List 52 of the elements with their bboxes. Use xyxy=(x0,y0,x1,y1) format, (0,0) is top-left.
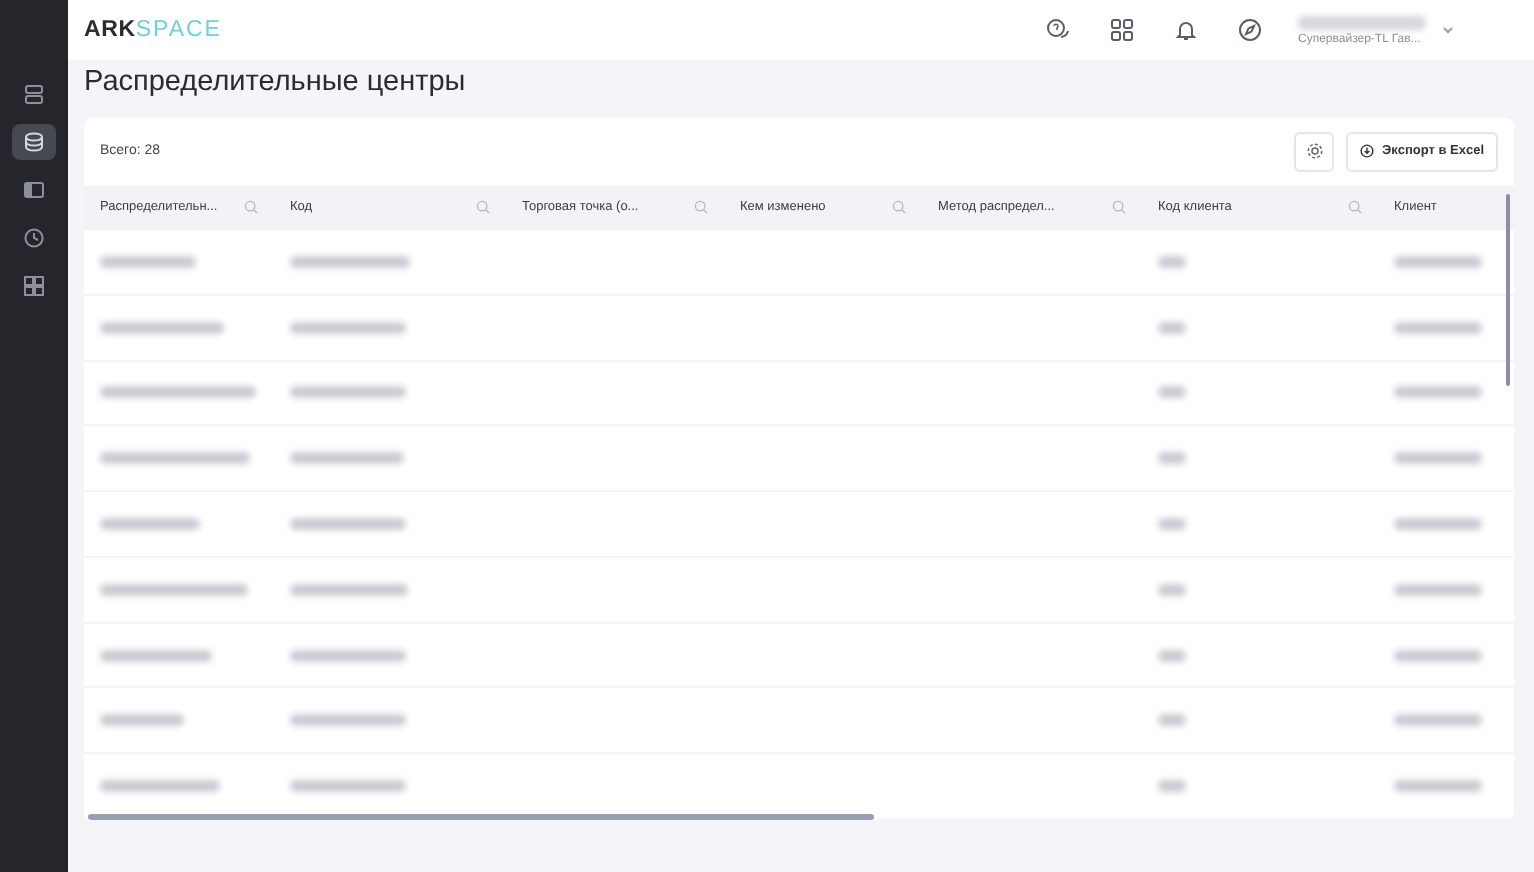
redacted-text xyxy=(1394,386,1482,399)
redacted-text xyxy=(290,714,406,727)
redacted-text xyxy=(100,714,184,727)
redacted-name xyxy=(1298,15,1426,29)
settings-button[interactable] xyxy=(1294,131,1335,172)
redacted-text xyxy=(1394,321,1482,334)
redacted-text xyxy=(1158,452,1186,465)
sidebar-item[interactable] xyxy=(12,124,56,160)
redacted-text xyxy=(1158,386,1186,399)
redacted-text xyxy=(1394,583,1482,596)
redacted-text xyxy=(100,780,220,793)
clock-icon xyxy=(22,226,46,250)
download-icon xyxy=(1360,144,1375,159)
redacted-text xyxy=(1394,780,1482,793)
redacted-text xyxy=(290,386,406,399)
redacted-text xyxy=(1394,518,1482,530)
redacted-text xyxy=(290,649,406,662)
grid-icon xyxy=(22,274,46,298)
redacted-text xyxy=(1394,714,1482,727)
redacted-text xyxy=(1158,255,1186,268)
redacted-text xyxy=(290,518,406,530)
redacted-text xyxy=(1158,780,1186,793)
redacted-text xyxy=(290,255,410,268)
redacted-text xyxy=(290,452,404,465)
redacted-text xyxy=(1394,649,1482,662)
redacted-text xyxy=(290,780,406,793)
list-icon xyxy=(22,82,46,106)
page-title: Распределительные центры xyxy=(84,66,468,102)
logo: ARKSPACE xyxy=(84,18,222,42)
redacted-text xyxy=(1158,649,1186,662)
redacted-text xyxy=(100,649,212,662)
redacted-text xyxy=(1158,583,1186,596)
vertical-scrollbar[interactable] xyxy=(1506,194,1510,386)
redacted-text xyxy=(100,518,200,530)
compass-icon[interactable] xyxy=(1238,18,1262,42)
horizontal-scrollbar[interactable] xyxy=(88,814,874,820)
redacted-text xyxy=(100,255,196,268)
redacted-text xyxy=(1158,518,1186,530)
redacted-text xyxy=(1158,321,1186,334)
chevron-down-icon[interactable] xyxy=(1442,24,1454,36)
redacted-text xyxy=(100,321,224,334)
settings-icon xyxy=(1305,142,1324,161)
bell-icon[interactable] xyxy=(1174,18,1198,42)
apps-grid-icon[interactable] xyxy=(1110,18,1134,42)
redacted-text xyxy=(1158,714,1186,727)
redacted-text xyxy=(290,321,406,334)
redacted-text xyxy=(1394,452,1482,465)
panel-icon xyxy=(22,178,46,202)
redacted-text xyxy=(1394,255,1482,268)
redacted-text xyxy=(290,583,408,596)
help-chat-icon[interactable] xyxy=(1046,18,1070,42)
database-icon xyxy=(22,130,46,154)
